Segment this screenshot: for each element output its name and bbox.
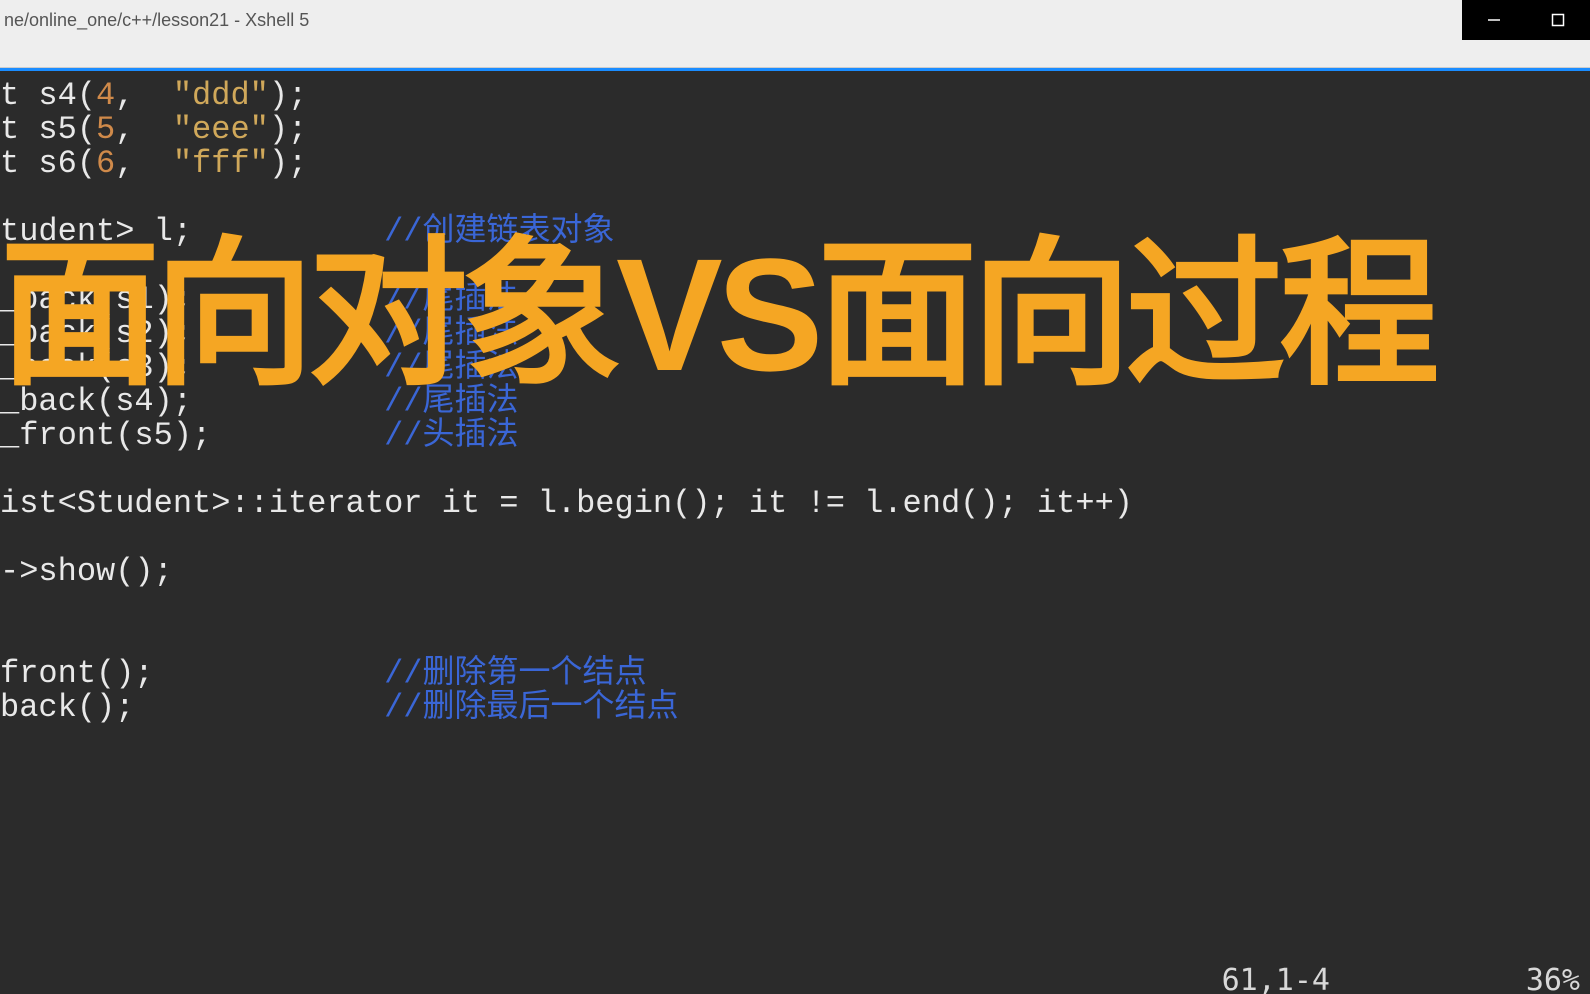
window-title: ne/online_one/c++/lesson21 - Xshell 5: [4, 10, 309, 31]
maximize-icon: [1551, 13, 1565, 27]
code-comment: //头插法: [384, 417, 518, 454]
code-token: ,: [115, 111, 173, 148]
cursor-position: 61,1-4: [1222, 964, 1330, 994]
code-token: _front(s5);: [0, 417, 384, 454]
code-token: _back(s4);: [0, 383, 384, 420]
code-string: "eee": [173, 111, 269, 148]
code-string: "ddd": [173, 77, 269, 114]
code-content: t s4(4, "ddd"); t s5(5, "eee"); t s6(6, …: [0, 79, 1133, 725]
code-token: _back(s3);: [0, 349, 384, 386]
code-token: );: [269, 77, 307, 114]
code-token: ,: [115, 145, 173, 182]
code-token: t s4(: [0, 77, 96, 114]
tab-strip[interactable]: [0, 40, 1590, 68]
code-comment: //删除最后一个结点: [384, 689, 678, 726]
code-string: "fff": [173, 145, 269, 182]
code-comment: //尾插法: [384, 315, 518, 352]
code-number: 5: [96, 111, 115, 148]
app-window: ne/online_one/c++/lesson21 - Xshell 5 t …: [0, 0, 1590, 994]
code-comment: //删除第一个结点: [384, 655, 646, 692]
code-token: t s5(: [0, 111, 96, 148]
minimize-icon: [1487, 13, 1501, 27]
code-token: );: [269, 145, 307, 182]
code-token: _back(s2);: [0, 315, 384, 352]
code-token: tudent> l;: [0, 213, 384, 250]
code-number: 4: [96, 77, 115, 114]
terminal-view[interactable]: t s4(4, "ddd"); t s5(5, "eee"); t s6(6, …: [0, 71, 1590, 994]
code-token: ist<Student>::iterator it = l.begin(); i…: [0, 485, 1133, 522]
code-token: back();: [0, 689, 384, 726]
code-token: t s6(: [0, 145, 96, 182]
minimize-button[interactable]: [1462, 0, 1526, 40]
code-comment: //尾插法: [384, 349, 518, 386]
code-comment: //尾插法: [384, 383, 518, 420]
window-controls: [1462, 0, 1590, 40]
code-token: front();: [0, 655, 384, 692]
maximize-button[interactable]: [1526, 0, 1590, 40]
code-token: _back(s1);: [0, 281, 384, 318]
code-number: 6: [96, 145, 115, 182]
code-token: );: [269, 111, 307, 148]
code-comment: //尾插法: [384, 281, 518, 318]
code-comment: //创建链表对象: [384, 213, 614, 250]
titlebar: ne/online_one/c++/lesson21 - Xshell 5: [0, 0, 1590, 40]
code-token: ,: [115, 77, 173, 114]
scroll-percent: 36%: [1526, 964, 1580, 994]
code-token: ->show();: [0, 553, 173, 590]
